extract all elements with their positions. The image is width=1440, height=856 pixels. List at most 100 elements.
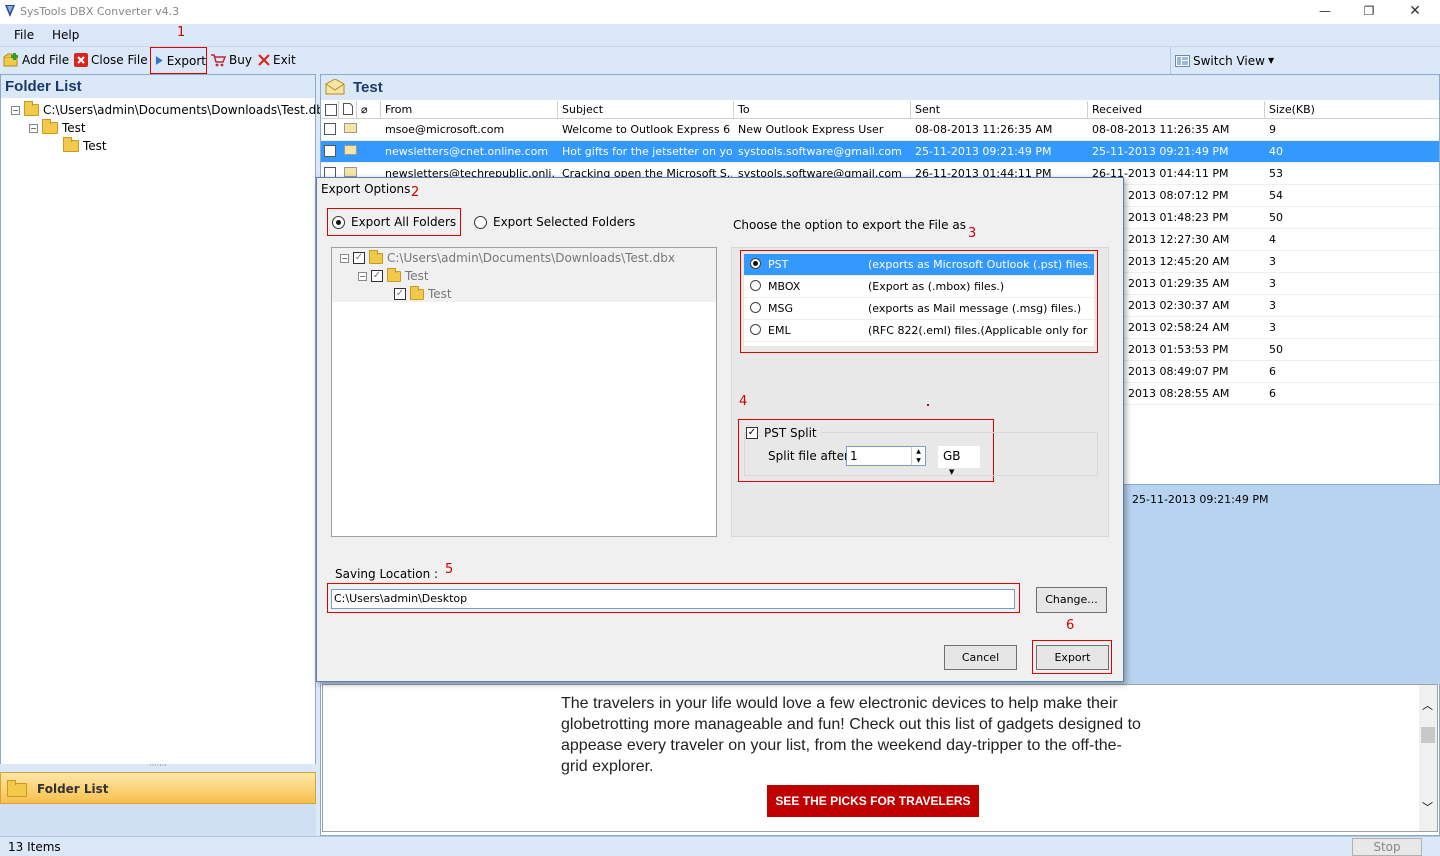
- doc-col: [339, 101, 357, 119]
- col-size[interactable]: Size(KB): [1265, 101, 1439, 119]
- format-name: EML: [768, 324, 791, 337]
- paperclip-icon: ⌀: [361, 103, 368, 116]
- switch-view-icon: [1175, 54, 1190, 67]
- envelope-icon: [344, 123, 357, 133]
- buy-button[interactable]: Buy: [210, 53, 252, 67]
- see-picks-button[interactable]: SEE THE PICKS FOR TRAVELERS: [767, 785, 979, 817]
- format-option-msg[interactable]: MSG (exports as Mail message (.msg) files…: [744, 298, 1094, 320]
- row-checkbox[interactable]: [324, 145, 336, 157]
- saving-path-input[interactable]: C:\Users\admin\Desktop: [331, 589, 1015, 609]
- change-location-button[interactable]: Change...: [1036, 587, 1107, 613]
- split-unit-value: GB: [943, 449, 961, 463]
- add-file-button[interactable]: Add File: [3, 53, 69, 67]
- export-selected-folders-option[interactable]: Export Selected Folders: [474, 215, 635, 229]
- step-2-label: 2: [411, 185, 420, 200]
- add-file-icon: [3, 53, 18, 67]
- cell-size: 4: [1269, 233, 1276, 246]
- collapse-icon[interactable]: −: [358, 271, 367, 281]
- export-selected-label: Export Selected Folders: [493, 215, 636, 229]
- cell-size: 53: [1269, 167, 1283, 180]
- export-button[interactable]: Export: [150, 47, 207, 74]
- tree-item-test-sub[interactable]: Test: [63, 137, 107, 153]
- dtree-test-checkbox[interactable]: ✓: [371, 270, 383, 282]
- minimize-button[interactable]: —: [1310, 2, 1340, 22]
- close-file-button[interactable]: Close File: [74, 53, 148, 67]
- dtree-test[interactable]: − ✓ Test: [358, 267, 429, 283]
- switch-view-button[interactable]: Switch View ▼: [1170, 47, 1274, 74]
- dropdown-arrow-icon: ▼: [949, 468, 955, 476]
- col-to[interactable]: To: [734, 101, 911, 119]
- col-subject[interactable]: Subject: [558, 101, 734, 119]
- menu-file[interactable]: File: [14, 28, 34, 42]
- folder-icon: [7, 780, 27, 797]
- split-unit-select[interactable]: GB ▼: [938, 446, 980, 476]
- step-3-label: 3: [968, 226, 977, 241]
- tree-item-root[interactable]: − C:\Users\admin\Documents\Downloads\Tes…: [11, 101, 331, 117]
- cell-to: systools.software@gmail.com: [738, 145, 902, 158]
- export-all-folders-option[interactable]: Export All Folders: [327, 208, 462, 236]
- format-radio[interactable]: [750, 302, 761, 313]
- format-radio[interactable]: [750, 324, 761, 335]
- export-all-radio[interactable]: [332, 215, 345, 229]
- format-option-pst[interactable]: PST (exports as Microsoft Outlook (.pst) …: [744, 254, 1094, 276]
- col-sent[interactable]: Sent: [911, 101, 1088, 119]
- table-row[interactable]: newsletters@cnet.online.com Hot gifts for…: [321, 141, 1439, 163]
- format-name: MBOX: [768, 280, 801, 293]
- dtree-test-label: Test: [405, 269, 429, 283]
- tree-item-test[interactable]: − Test: [29, 119, 86, 135]
- cell-sent: 25-11-2013 09:21:49 PM: [915, 145, 1052, 158]
- col-received[interactable]: Received: [1088, 101, 1265, 119]
- cancel-button[interactable]: Cancel: [944, 645, 1017, 670]
- cell-from: newsletters@cnet.online.com: [385, 145, 549, 158]
- row-checkbox[interactable]: [324, 123, 336, 135]
- collapse-icon[interactable]: −: [11, 105, 20, 115]
- menu-help[interactable]: Help: [52, 28, 79, 42]
- close-window-button[interactable]: ✕: [1400, 2, 1430, 22]
- dtree-root[interactable]: − ✓ C:\Users\admin\Documents\Downloads\T…: [340, 249, 675, 265]
- step-6-label: 6: [1066, 618, 1075, 633]
- dtree-root-checkbox[interactable]: ✓: [353, 252, 365, 264]
- toolbar: Add File Close File Export Buy Exit Swit…: [0, 46, 1440, 74]
- select-all-checkbox-col[interactable]: [321, 101, 339, 119]
- mail-folder-icon: [325, 79, 345, 95]
- scroll-down-icon[interactable]: ﹀: [1422, 799, 1433, 815]
- cell-size: 40: [1269, 145, 1283, 158]
- collapse-icon[interactable]: −: [29, 123, 38, 133]
- close-file-label: Close File: [91, 53, 148, 67]
- dialog-export-button[interactable]: Export: [1036, 645, 1109, 670]
- attachment-col: ⌀: [357, 101, 381, 119]
- saving-location-label: Saving Location :: [335, 567, 439, 581]
- col-from[interactable]: From: [381, 101, 558, 119]
- format-radio[interactable]: [750, 258, 761, 269]
- select-all-checkbox[interactable]: [325, 104, 337, 116]
- pane-splitter[interactable]: ·······: [0, 762, 316, 772]
- pst-split-checkbox[interactable]: ✓: [746, 427, 758, 439]
- collapse-icon[interactable]: −: [340, 253, 349, 263]
- export-options-dialog: Export Options 2 Export All Folders Expo…: [316, 177, 1124, 682]
- cell-subject: Hot gifts for the jetsetter on yo...: [562, 145, 732, 158]
- preview-text: The travelers in your life would love a …: [561, 695, 1141, 775]
- table-row[interactable]: msoe@microsoft.com Welcome to Outlook Exp…: [321, 119, 1439, 141]
- folder-list-tab[interactable]: Folder List: [0, 772, 316, 804]
- dtree-subtest[interactable]: ✓ Test: [394, 285, 452, 301]
- stepper-arrows-icon[interactable]: ▲ ▼: [911, 447, 925, 465]
- format-option-mbox[interactable]: MBOX (Export as (.mbox) files.): [744, 276, 1094, 298]
- pst-split-option[interactable]: ✓ PST Split: [746, 426, 821, 440]
- scroll-up-icon[interactable]: ︿: [1422, 697, 1433, 713]
- format-radio[interactable]: [750, 280, 761, 291]
- message-pane-header: Test: [321, 75, 1439, 100]
- cell-size: 6: [1269, 387, 1276, 400]
- scroll-thumb[interactable]: [1421, 727, 1435, 743]
- document-icon: [343, 103, 353, 115]
- cell-from: msoe@microsoft.com: [385, 123, 505, 136]
- format-option-eml[interactable]: EML (RFC 822(.eml) files.(Applicable only…: [744, 320, 1094, 342]
- dtree-subtest-checkbox[interactable]: ✓: [394, 288, 406, 300]
- preview-scrollbar[interactable]: ︿ ﹀: [1419, 685, 1437, 831]
- dialog-title: Export Options: [321, 182, 411, 196]
- export-selected-radio[interactable]: [474, 215, 487, 229]
- stop-button[interactable]: Stop: [1352, 838, 1422, 856]
- restore-button[interactable]: ❐: [1354, 2, 1384, 22]
- exit-button[interactable]: Exit: [258, 53, 296, 67]
- split-size-stepper[interactable]: 1 ▲ ▼: [846, 446, 926, 466]
- left-pane-footer: [0, 804, 316, 836]
